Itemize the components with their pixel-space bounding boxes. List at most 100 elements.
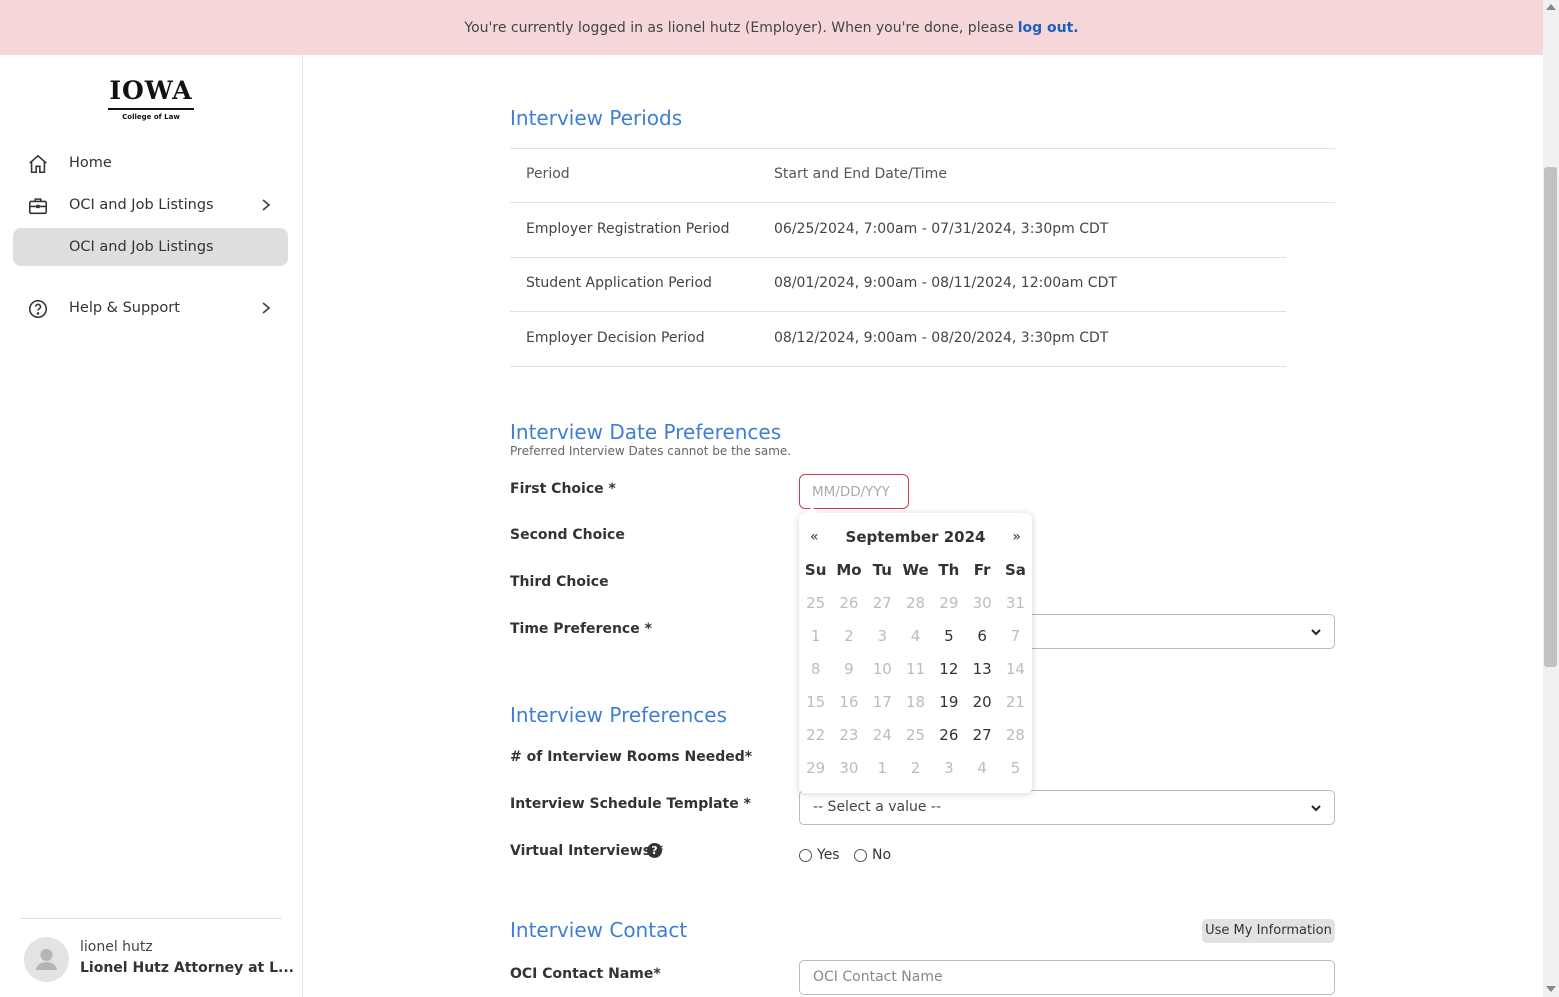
rooms-needed-label: # of Interview Rooms Needed* — [510, 749, 753, 765]
calendar-day-disabled: 9 — [844, 660, 854, 678]
radio-label: Yes — [817, 847, 840, 863]
scroll-up-arrow-icon[interactable] — [1546, 4, 1556, 10]
datepicker-pointer — [806, 507, 818, 513]
virtual-yes-radio[interactable]: Yes — [799, 847, 840, 863]
table-top-border — [510, 148, 1335, 149]
row-divider — [510, 257, 1286, 258]
sidebar-item-help[interactable]: Help & Support — [13, 289, 288, 327]
home-icon — [29, 154, 47, 174]
calendar-month-title[interactable]: September 2024 — [799, 528, 1032, 546]
calendar-day-disabled: 23 — [839, 726, 859, 744]
datepicker-popup: « September 2024 » Su Mo Tu We Th Fr Sa 25 26 27 2… — [799, 513, 1032, 793]
row-divider — [510, 366, 1286, 367]
banner-text: You're currently logged in as lionel hut… — [464, 19, 1014, 36]
calendar-day-disabled: 29 — [806, 759, 826, 777]
calendar-day-disabled: 7 — [1010, 627, 1021, 645]
logo-subtitle: College of Law — [122, 113, 180, 121]
avatar — [24, 937, 69, 982]
sidebar-divider — [20, 918, 282, 919]
day-of-week-header: We — [902, 561, 929, 579]
day-of-week-header: Fr — [973, 561, 991, 579]
period-name: Student Application Period — [526, 275, 712, 291]
calendar-day-disabled: 16 — [839, 693, 859, 711]
calendar-day-available[interactable]: 20 — [965, 689, 998, 722]
interview-periods-heading: Interview Periods — [510, 106, 683, 130]
calendar-day-disabled: 30 — [839, 759, 859, 777]
time-preference-label: Time Preference * — [510, 621, 652, 637]
calendar-day-disabled: 29 — [939, 594, 959, 612]
calendar-grid: Su Mo Tu We Th Fr Sa 25 26 27 28 29 30 31 1 2 3 4 5 6 7 8 9 10 1… — [799, 557, 1032, 788]
calendar-day-available[interactable]: 19 — [932, 689, 965, 722]
calendar-day-disabled: 24 — [872, 726, 892, 744]
sidebar-item-label: Help & Support — [69, 300, 180, 316]
calendar-day-disabled: 22 — [806, 726, 826, 744]
sidebar-subitem-oci-jobs[interactable]: OCI and Job Listings — [13, 228, 288, 266]
calendar-day-disabled: 10 — [872, 660, 892, 678]
sidebar: IOWA College of Law Home OCI and Job Lis… — [0, 55, 303, 997]
calendar-day-disabled: 4 — [910, 627, 921, 645]
calendar-day-disabled: 18 — [905, 693, 926, 711]
user-organization: Lionel Hutz Attorney at L... — [80, 960, 294, 976]
calendar-day-disabled: 2 — [844, 627, 854, 645]
day-of-week-header: Tu — [872, 561, 892, 579]
scroll-thumb[interactable] — [1544, 167, 1557, 667]
calendar-day-available[interactable]: 5 — [932, 623, 965, 656]
iowa-logo[interactable]: IOWA College of Law — [108, 77, 194, 121]
calendar-day-available[interactable]: 27 — [965, 722, 998, 755]
calendar-day-disabled: 14 — [1005, 660, 1025, 678]
calendar-day-disabled: 5 — [1010, 759, 1021, 777]
schedule-template-select[interactable]: -- Select a value -- — [799, 790, 1335, 825]
use-my-information-button[interactable]: Use My Information — [1202, 919, 1335, 943]
oci-contact-name-input[interactable]: OCI Contact Name — [799, 960, 1335, 995]
calendar-day-disabled: 1 — [810, 627, 821, 645]
col-header-dates: Start and End Date/Time — [774, 166, 947, 182]
date-preferences-heading: Interview Date Preferences — [510, 420, 782, 444]
first-choice-label: First Choice * — [510, 481, 616, 497]
period-dates: 08/12/2024, 9:00am - 08/20/2024, 3:30pm … — [774, 330, 1109, 346]
calendar-day-disabled: 8 — [810, 660, 821, 678]
next-month-button[interactable]: » — [1012, 529, 1021, 545]
first-choice-date-input[interactable]: MM/DD/YYY — [799, 474, 909, 509]
calendar-day-disabled: 3 — [944, 759, 954, 777]
question-circle-icon[interactable]: ? — [647, 843, 662, 858]
calendar-day-disabled: 21 — [1005, 693, 1025, 711]
period-name: Employer Decision Period — [526, 330, 705, 346]
calendar-day-available[interactable]: 26 — [932, 722, 965, 755]
oci-contact-name-label: OCI Contact Name* — [510, 966, 661, 982]
calendar-day-disabled: 26 — [839, 594, 859, 612]
radio-circle[interactable] — [854, 848, 867, 862]
scroll-down-arrow-icon[interactable] — [1546, 986, 1556, 992]
sidebar-item-oci-jobs[interactable]: OCI and Job Listings — [13, 186, 288, 224]
calendar-day-available[interactable]: 12 — [932, 656, 965, 689]
calendar-day-disabled: 31 — [1005, 594, 1025, 612]
day-of-week-header: Su — [804, 561, 827, 579]
chevron-right-icon — [262, 199, 271, 211]
calendar-day-disabled: 25 — [905, 726, 926, 744]
calendar-day-disabled: 28 — [1005, 726, 1025, 744]
period-dates: 08/01/2024, 9:00am - 08/11/2024, 12:00am… — [774, 275, 1117, 291]
interview-preferences-heading: Interview Preferences — [510, 703, 727, 727]
calendar-day-disabled: 4 — [977, 759, 987, 777]
radio-circle[interactable] — [799, 848, 812, 862]
calendar-day-disabled: 11 — [905, 660, 926, 678]
sidebar-item-label: OCI and Job Listings — [69, 197, 214, 213]
calendar-day-disabled: 28 — [905, 594, 926, 612]
calendar-day-disabled: 3 — [877, 627, 888, 645]
virtual-no-radio[interactable]: No — [854, 847, 891, 863]
period-dates: 06/25/2024, 7:00am - 07/31/2024, 3:30pm … — [774, 221, 1109, 237]
sidebar-item-home[interactable]: Home — [13, 144, 288, 182]
col-header-period: Period — [526, 166, 570, 182]
row-divider — [510, 311, 1286, 312]
calendar-day-disabled: 17 — [872, 693, 892, 711]
table-header-divider — [510, 202, 1335, 203]
calendar-day-disabled: 1 — [877, 759, 888, 777]
logout-link[interactable]: log out. — [1018, 20, 1079, 36]
calendar-day-available[interactable]: 13 — [965, 656, 998, 689]
calendar-day-disabled: 27 — [872, 594, 892, 612]
calendar-day-available[interactable]: 6 — [965, 623, 998, 656]
user-silhouette-icon — [36, 949, 57, 970]
second-choice-label: Second Choice — [510, 527, 625, 543]
chevron-down-icon — [1311, 629, 1321, 636]
date-preferences-note: Preferred Interview Dates cannot be the … — [510, 444, 792, 458]
user-profile[interactable]: lionel hutz Lionel Hutz Attorney at L... — [24, 936, 294, 986]
